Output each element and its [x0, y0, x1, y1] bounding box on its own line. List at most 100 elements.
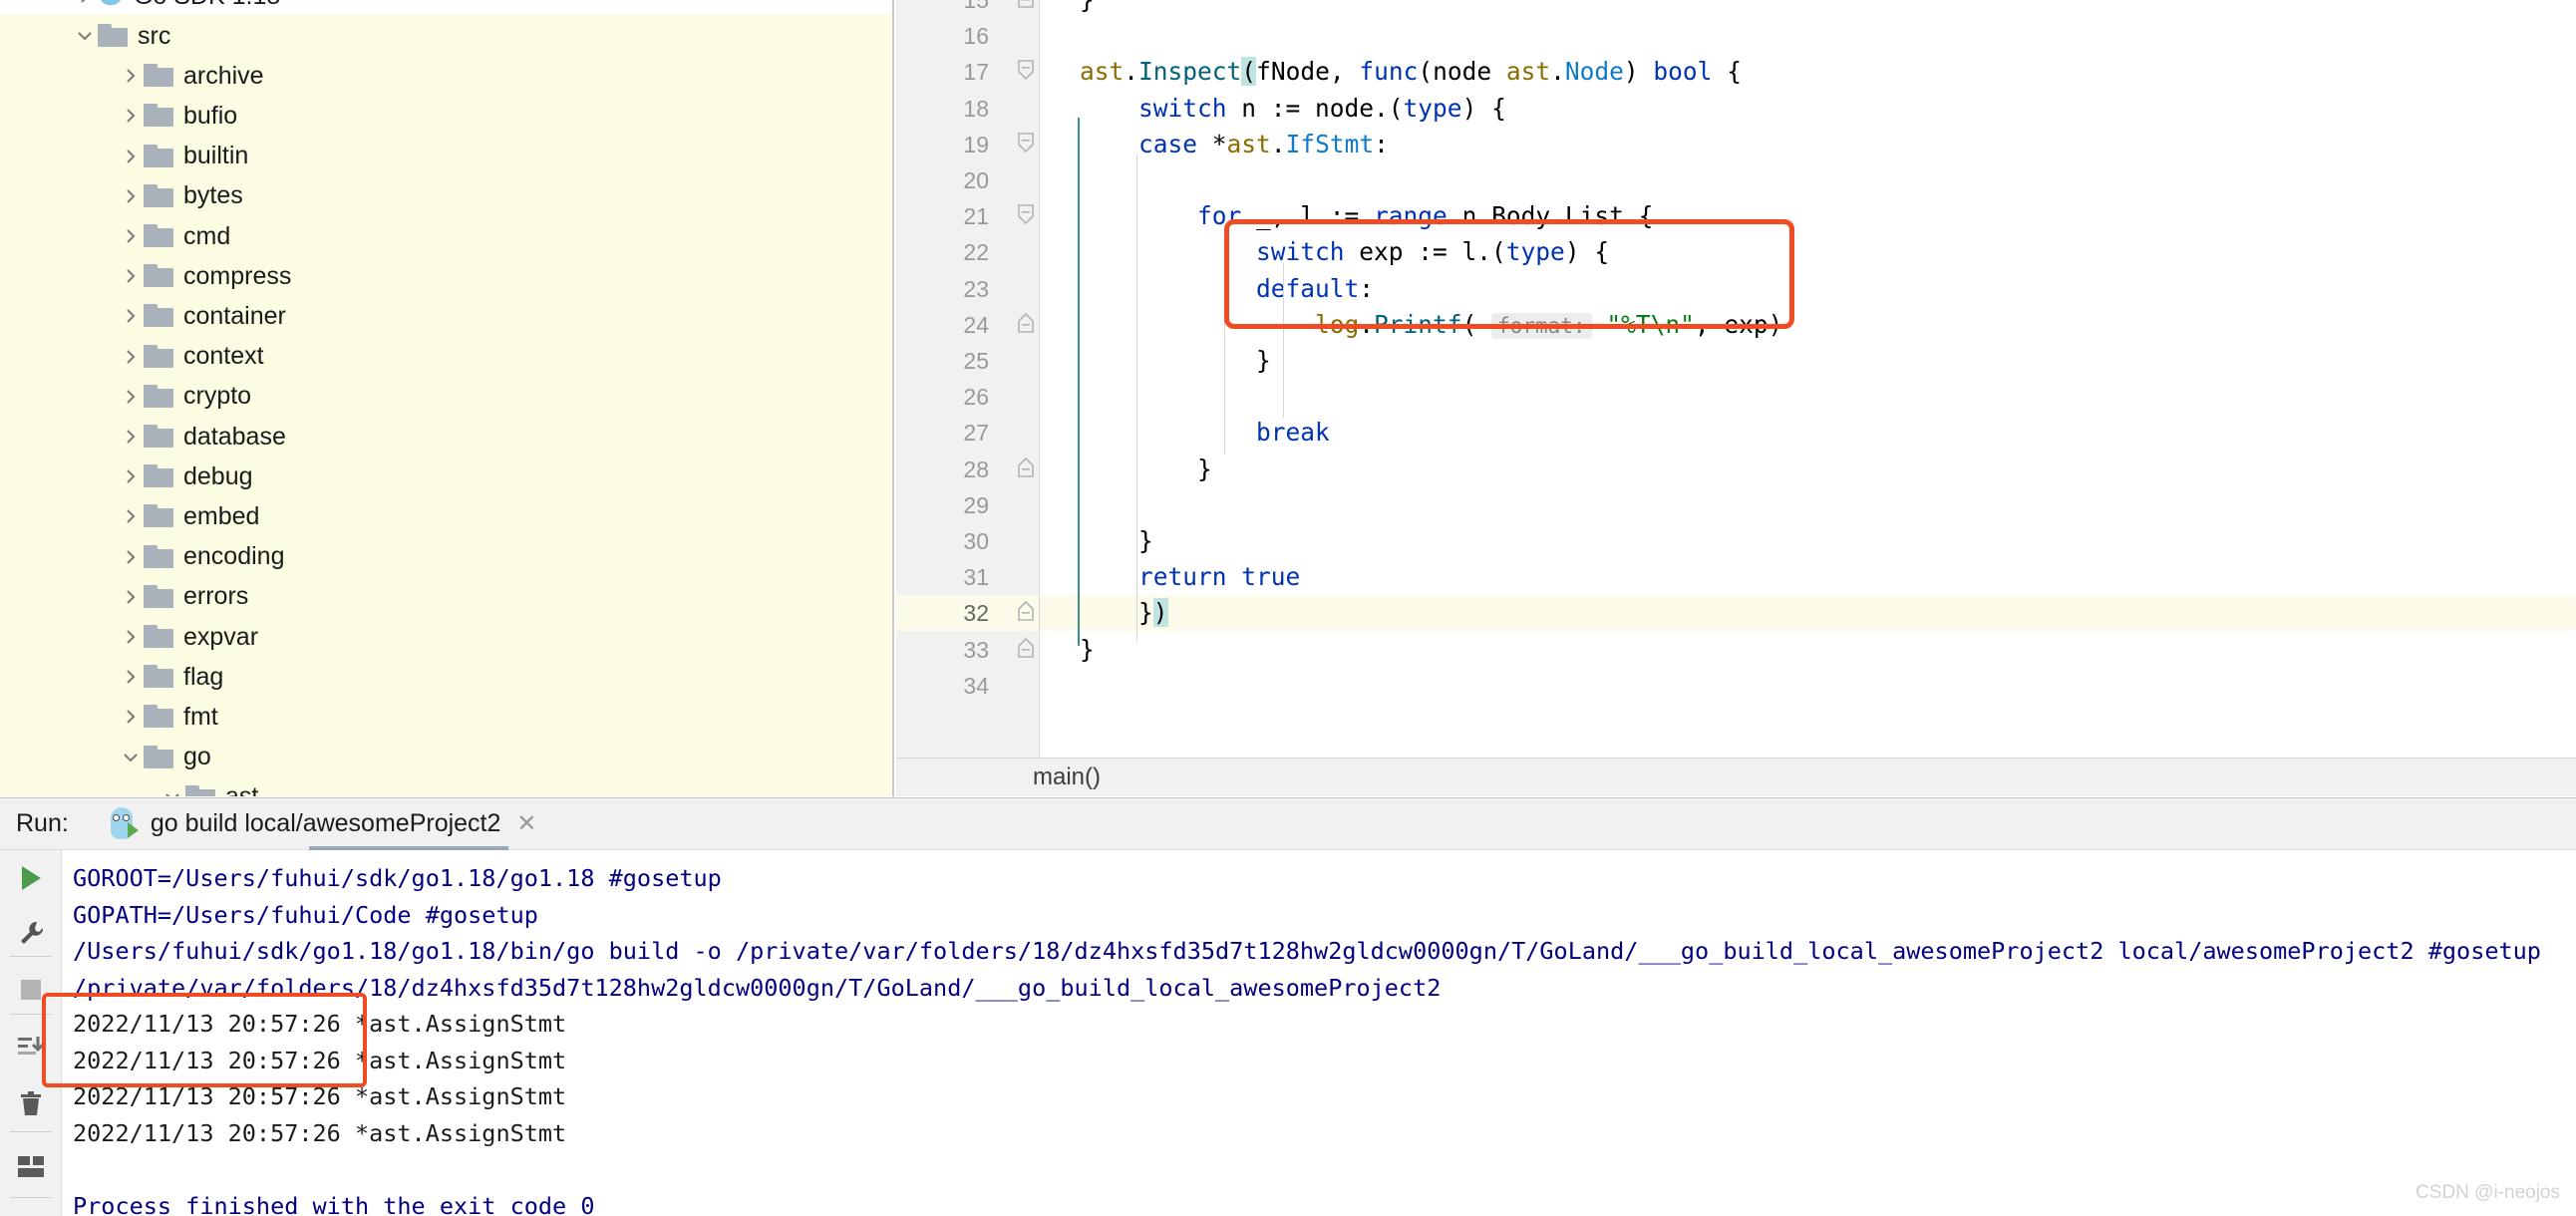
fold-close-icon[interactable] [1017, 312, 1037, 338]
chevron-right-icon[interactable] [118, 624, 144, 650]
code-line-21[interactable]: for _, l := range n.Body.List { [1040, 198, 2576, 234]
chevron-down-icon[interactable] [72, 23, 98, 49]
tree-item-src[interactable]: src [0, 16, 892, 56]
tree-item-builtin[interactable]: builtin [0, 137, 892, 176]
chevron-right-icon[interactable] [118, 183, 144, 209]
tree-item-label: Go SDK 1.18 [134, 0, 280, 9]
tree-item-container[interactable]: container [0, 296, 892, 336]
folder-icon [185, 784, 215, 796]
chevron-right-icon[interactable] [118, 424, 144, 450]
layout-settings-button[interactable] [0, 1139, 62, 1195]
folder-icon [144, 625, 173, 649]
code-line-23[interactable]: default: [1040, 271, 2576, 307]
fold-close-icon[interactable] [1017, 0, 1037, 13]
breadcrumb-main[interactable]: main() [1033, 763, 1101, 791]
tree-item-expvar[interactable]: expvar [0, 617, 892, 657]
stop-button[interactable] [0, 962, 62, 1018]
code-line-27[interactable]: break [1040, 415, 2576, 451]
chevron-right-icon[interactable] [118, 344, 144, 370]
fold-close-icon[interactable] [1017, 637, 1037, 663]
close-icon[interactable]: ✕ [516, 809, 536, 838]
chevron-down-icon[interactable] [118, 745, 144, 770]
code-line-22[interactable]: switch exp := l.(type) { [1040, 234, 2576, 270]
console-line: 2022/11/13 20:57:26 *ast.AssignStmt [73, 1082, 567, 1110]
code-line-18[interactable]: switch n := node.(type) { [1040, 91, 2576, 127]
line-number: 22 [963, 239, 989, 266]
tree-item-ast[interactable]: ast [0, 777, 892, 796]
chevron-right-icon[interactable] [118, 544, 144, 570]
code-line-32[interactable]: }) [1040, 595, 2576, 631]
code-line-30[interactable]: } [1040, 523, 2576, 559]
code-text-area[interactable]: } ast.Inspect(fNode, func(node ast.Node) … [1040, 0, 2576, 758]
chevron-right-icon[interactable] [118, 103, 144, 129]
tree-item-flag[interactable]: flag [0, 657, 892, 697]
fold-close-icon[interactable] [1017, 600, 1037, 626]
tree-item-embed[interactable]: embed [0, 496, 892, 536]
code-line-24[interactable]: log.Printf( format: "%T\n", exp) [1040, 307, 2576, 343]
fold-open-icon[interactable] [1017, 203, 1037, 229]
chevron-right-icon[interactable] [118, 664, 144, 690]
code-line-16[interactable] [1040, 18, 2576, 54]
tree-item-bytes[interactable]: bytes [0, 176, 892, 216]
run-tool-window-toolbar[interactable] [0, 850, 62, 1216]
line-number: 29 [963, 491, 989, 518]
chevron-right-icon[interactable] [118, 463, 144, 489]
chevron-right-icon[interactable] [118, 704, 144, 730]
line-number: 21 [963, 203, 989, 230]
chevron-right-icon[interactable] [118, 263, 144, 289]
chevron-right-icon[interactable] [118, 384, 144, 410]
tree-item-debug[interactable]: debug [0, 456, 892, 496]
go-run-icon [109, 806, 139, 841]
code-line-33[interactable]: } [1040, 632, 2576, 668]
tree-item-bufio[interactable]: bufio [0, 96, 892, 136]
tree-item-encoding[interactable]: encoding [0, 537, 892, 577]
run-configuration-tab[interactable]: go build local/awesomeProject2 ✕ [109, 798, 537, 850]
run-tool-window[interactable]: Run: go build local/awesomeProject2 ✕ GO… [0, 797, 2576, 1216]
code-line-20[interactable] [1040, 162, 2576, 198]
chevron-right-icon[interactable] [118, 144, 144, 169]
tree-item-go[interactable]: go [0, 738, 892, 777]
tree-item-cmd[interactable]: cmd [0, 216, 892, 256]
folder-icon [98, 24, 128, 48]
chevron-right-icon[interactable] [118, 503, 144, 529]
code-line-25[interactable]: } [1040, 343, 2576, 379]
rerun-button[interactable] [0, 850, 62, 906]
code-folding-strip[interactable] [1003, 0, 1040, 758]
chevron-right-icon[interactable] [118, 584, 144, 610]
line-number: 31 [963, 564, 989, 591]
code-line-28[interactable]: } [1040, 452, 2576, 487]
code-line-17[interactable]: ast.Inspect(fNode, func(node ast.Node) b… [1040, 54, 2576, 90]
tree-item-crypto[interactable]: crypto [0, 377, 892, 417]
chevron-right-icon[interactable] [118, 63, 144, 89]
code-line-31[interactable]: return true [1040, 559, 2576, 595]
clear-all-button[interactable] [0, 1075, 62, 1131]
project-tree-panel[interactable]: Go SDK 1.18 src archive bufio builtin bytes c… [0, 0, 894, 796]
fold-open-icon[interactable] [1017, 132, 1037, 157]
code-line-26[interactable] [1040, 379, 2576, 415]
code-line-15[interactable]: } [1040, 0, 2576, 18]
tree-item-archive[interactable]: archive [0, 56, 892, 96]
tree-item-errors[interactable]: errors [0, 577, 892, 617]
console-line: 2022/11/13 20:57:26 *ast.AssignStmt [73, 1046, 567, 1074]
tree-item-fmt[interactable]: fmt [0, 697, 892, 737]
tree-item-compress[interactable]: compress [0, 256, 892, 296]
chevron-right-icon[interactable] [118, 223, 144, 249]
code-editor[interactable]: 15 16 17 18 19 20 21 22 23 24 25 26 27 28 29 30 31 32 33 34… [896, 0, 2576, 758]
fold-close-icon[interactable] [1017, 456, 1037, 482]
watermark: CSDN @i-neojos [2415, 1182, 2560, 1203]
breadcrumb[interactable]: main() [896, 758, 2576, 796]
code-line-34[interactable] [1040, 668, 2576, 704]
console-output[interactable]: GOROOT=/Users/fuhui/sdk/go1.18/go1.18 #g… [63, 850, 2576, 1216]
code-line-19[interactable]: case *ast.IfStmt: [1040, 127, 2576, 162]
fold-open-icon[interactable] [1017, 59, 1037, 85]
edit-configuration-button[interactable] [0, 906, 62, 962]
chevron-down-icon[interactable] [160, 784, 185, 796]
chevron-right-icon[interactable] [72, 0, 98, 9]
scroll-to-end-button[interactable] [0, 1020, 62, 1075]
tree-item-database[interactable]: database [0, 417, 892, 456]
code-line-29[interactable] [1040, 487, 2576, 523]
tree-item-context[interactable]: context [0, 337, 892, 377]
tree-item-go-sdk[interactable]: Go SDK 1.18 [0, 0, 280, 16]
line-number-gutter[interactable]: 15 16 17 18 19 20 21 22 23 24 25 26 27 28 29 30 31 32 33 34 [896, 0, 1003, 758]
chevron-right-icon[interactable] [118, 303, 144, 329]
